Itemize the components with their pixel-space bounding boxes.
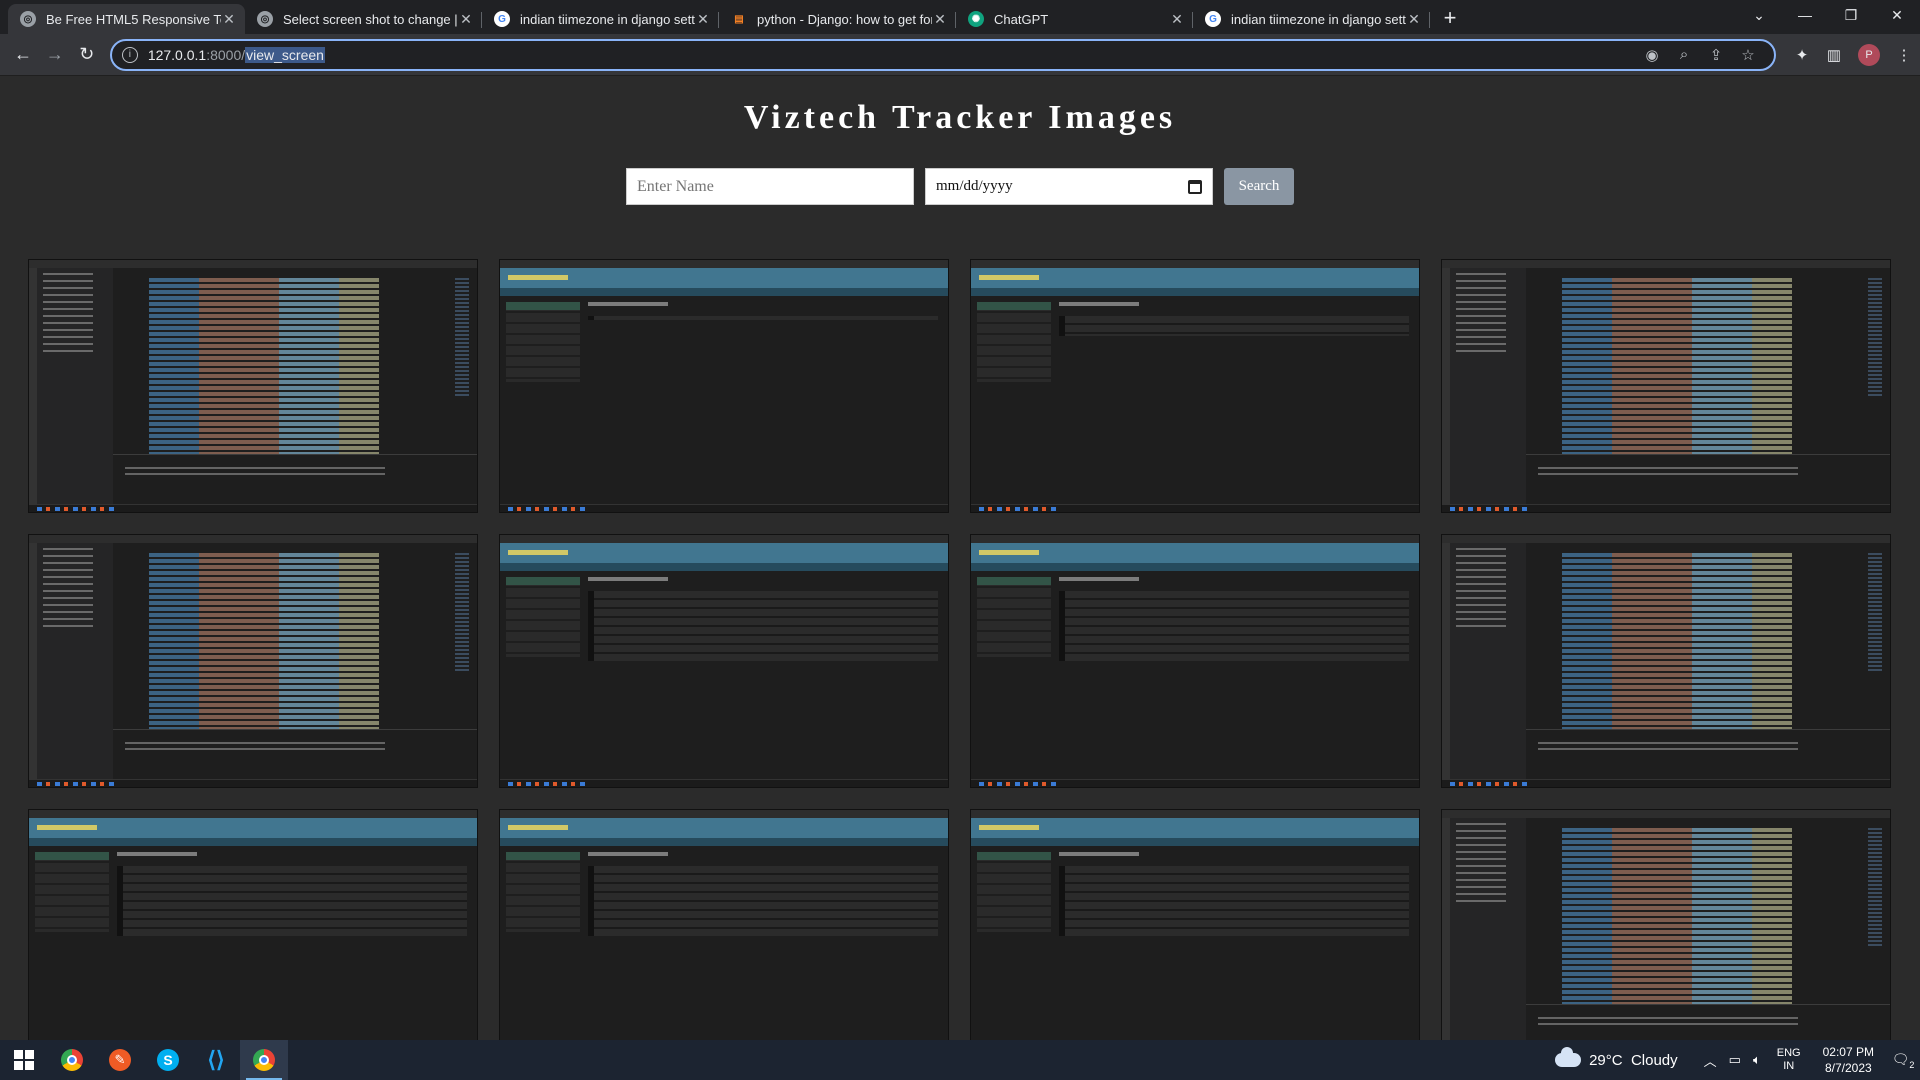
screenshot-grid bbox=[28, 259, 1891, 1040]
screenshot-thumbnail[interactable] bbox=[499, 259, 949, 513]
google-lens-icon[interactable]: ◉ bbox=[1636, 46, 1668, 64]
side-panel-icon[interactable]: ▥ bbox=[1818, 46, 1850, 64]
browser-tab[interactable]: ◎ Be Free HTML5 Responsive Temp ✕ bbox=[8, 4, 245, 34]
screenshot-thumbnail[interactable] bbox=[970, 809, 1420, 1040]
page-content: Viztech Tracker Images mm/dd/yyyy Search bbox=[0, 77, 1920, 1040]
reload-icon[interactable]: ↻ bbox=[72, 40, 102, 70]
tab-title: Be Free HTML5 Responsive Temp bbox=[46, 11, 221, 27]
browser-tab[interactable]: ✺ ChatGPT ✕ bbox=[956, 4, 1193, 34]
weather-temp: 29°C bbox=[1589, 1051, 1623, 1069]
lang-code: ENG bbox=[1776, 1047, 1801, 1059]
clock-time: 02:07 PM bbox=[1822, 1045, 1874, 1059]
url-port: :8000/ bbox=[206, 46, 246, 63]
close-icon[interactable]: ✕ bbox=[1406, 11, 1422, 28]
browser-tab-strip: ◎ Be Free HTML5 Responsive Temp ✕ ◎ Sele… bbox=[0, 0, 1920, 34]
screenshot-thumbnail[interactable] bbox=[28, 534, 478, 788]
screenshot-thumbnail[interactable] bbox=[1441, 259, 1891, 513]
clock-date: 8/7/2023 bbox=[1824, 1061, 1872, 1075]
minimize-button[interactable]: — bbox=[1782, 0, 1828, 30]
system-tray: 29°C Cloudy ︿ ▭ 🔈︎ ENG IN 02:07 PM 8/7/2… bbox=[1555, 1040, 1920, 1080]
windows-taskbar: ✎ S ⟨⟩ 29°C Cloudy ︿ ▭ 🔈︎ ENG IN 02:07 P… bbox=[0, 1040, 1920, 1080]
page-icon: ◎ bbox=[20, 11, 36, 27]
google-icon: G bbox=[1205, 11, 1221, 27]
url-host: 127.0.0.1 bbox=[147, 46, 207, 63]
window-controls: ⌄ — ❐ ✕ bbox=[1736, 0, 1920, 30]
weather-widget[interactable]: 29°C Cloudy bbox=[1555, 1047, 1678, 1069]
skype-icon[interactable]: S bbox=[144, 1040, 192, 1080]
date-input[interactable]: mm/dd/yyyy bbox=[925, 168, 1213, 205]
bookmark-star-icon[interactable]: ☆ bbox=[1732, 46, 1764, 64]
postman-icon[interactable]: ✎ bbox=[96, 1040, 144, 1080]
screenshot-thumbnail[interactable] bbox=[499, 534, 949, 788]
close-icon[interactable]: ✕ bbox=[221, 11, 237, 28]
region-code: IN bbox=[1783, 1060, 1795, 1072]
screenshot-thumbnail[interactable] bbox=[499, 809, 949, 1040]
avatar[interactable]: P bbox=[1858, 43, 1881, 66]
language-indicator[interactable]: ENG IN bbox=[1777, 1047, 1801, 1073]
browser-tab[interactable]: G indian tiimezone in django settin ✕ bbox=[482, 4, 719, 34]
forward-icon[interactable]: → bbox=[40, 40, 70, 70]
address-bar[interactable]: i 127.0.0.1:8000/view_screen ◉ ⌕ ⇪ ☆ bbox=[109, 38, 1777, 71]
notification-count: 2 bbox=[1909, 1059, 1915, 1070]
close-icon[interactable]: ✕ bbox=[932, 11, 948, 28]
tab-title: ChatGPT bbox=[994, 11, 1049, 27]
screenshot-thumbnail[interactable] bbox=[970, 259, 1420, 513]
tab-search-icon[interactable]: ⌄ bbox=[1736, 0, 1782, 30]
screenshot-thumbnail[interactable] bbox=[1441, 809, 1891, 1040]
vscode-icon[interactable]: ⟨⟩ bbox=[192, 1040, 240, 1080]
url-path: view_screen bbox=[245, 46, 325, 63]
windows-icon bbox=[14, 1050, 34, 1070]
tab-title: indian tiimezone in django settin bbox=[1231, 11, 1406, 27]
close-icon[interactable]: ✕ bbox=[458, 11, 474, 28]
browser-toolbar: ← → ↻ i 127.0.0.1:8000/view_screen ◉ ⌕ ⇪… bbox=[0, 34, 1920, 76]
browser-tab[interactable]: G indian tiimezone in django settin ✕ bbox=[1193, 4, 1430, 34]
close-icon[interactable]: ✕ bbox=[1169, 11, 1185, 28]
screenshot-thumbnail[interactable] bbox=[28, 259, 478, 513]
site-info-icon[interactable]: i bbox=[121, 46, 138, 63]
screenshot-thumbnail[interactable] bbox=[970, 534, 1420, 788]
google-icon: G bbox=[494, 11, 510, 27]
browser-tab[interactable]: ◎ Select screen shot to change | Dj ✕ bbox=[245, 4, 482, 34]
extensions-icon[interactable]: ✦ bbox=[1786, 46, 1818, 64]
search-button[interactable]: Search bbox=[1224, 168, 1294, 205]
weather-text: Cloudy bbox=[1630, 1051, 1678, 1069]
page-title: Viztech Tracker Images bbox=[743, 99, 1177, 136]
cloud-icon bbox=[1555, 1047, 1582, 1067]
name-input[interactable] bbox=[626, 168, 914, 205]
chrome-taskbar-icon[interactable] bbox=[48, 1040, 96, 1080]
chevron-up-icon[interactable]: ︿ bbox=[1704, 1051, 1717, 1070]
new-tab-button[interactable]: + bbox=[1436, 4, 1464, 32]
zoom-icon[interactable]: ⌕ bbox=[1668, 46, 1700, 63]
volume-icon[interactable]: 🔈︎ bbox=[1753, 1052, 1761, 1068]
restore-button[interactable]: ❐ bbox=[1828, 0, 1874, 30]
chatgpt-icon: ✺ bbox=[968, 11, 984, 27]
page-icon: ◎ bbox=[257, 11, 273, 27]
notification-icon[interactable]: 🗨︎2 bbox=[1886, 1051, 1920, 1070]
back-icon[interactable]: ← bbox=[8, 40, 38, 70]
screenshot-thumbnail[interactable] bbox=[1441, 534, 1891, 788]
tab-title: python - Django: how to get forr bbox=[757, 11, 932, 27]
stackoverflow-icon: ▤ bbox=[734, 13, 744, 25]
tab-title: Select screen shot to change | Dj bbox=[283, 11, 458, 27]
network-icon[interactable]: ▭ bbox=[1729, 1052, 1741, 1068]
close-icon[interactable]: ✕ bbox=[695, 11, 711, 28]
date-placeholder: mm/dd/yyyy bbox=[936, 178, 1013, 194]
browser-tab[interactable]: ▤ python - Django: how to get forr ✕ bbox=[719, 4, 956, 34]
calendar-icon[interactable] bbox=[1188, 179, 1202, 194]
tab-title: indian tiimezone in django settin bbox=[520, 11, 695, 27]
clock[interactable]: 02:07 PM 8/7/2023 bbox=[1823, 1044, 1874, 1076]
share-icon[interactable]: ⇪ bbox=[1700, 46, 1732, 64]
start-button[interactable] bbox=[0, 1040, 48, 1080]
chrome-profile-taskbar-icon[interactable] bbox=[240, 1040, 288, 1080]
screenshot-thumbnail[interactable] bbox=[28, 809, 478, 1040]
search-form: mm/dd/yyyy Search bbox=[0, 168, 1920, 205]
menu-icon[interactable]: ⋮ bbox=[1888, 46, 1920, 64]
close-window-button[interactable]: ✕ bbox=[1874, 0, 1920, 30]
